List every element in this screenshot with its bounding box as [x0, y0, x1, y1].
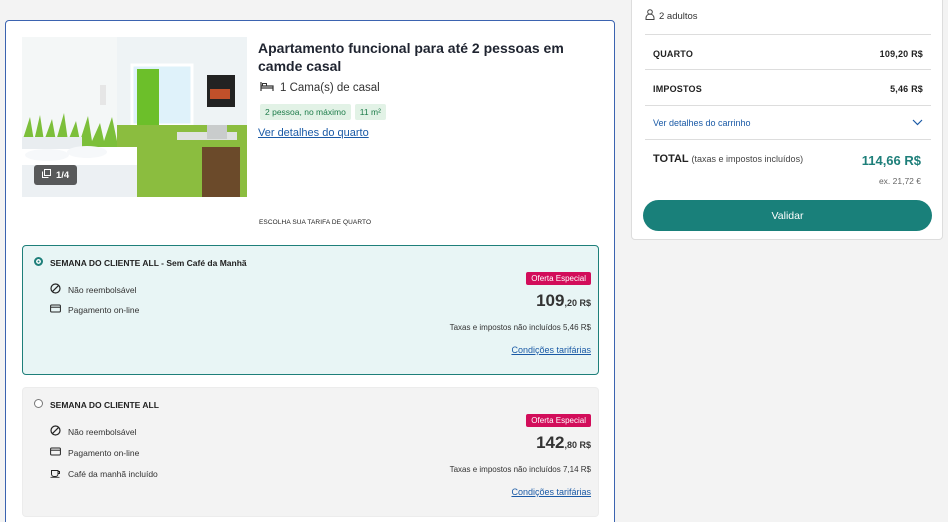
feature-label: Não reembolsável [68, 284, 137, 295]
room-photo[interactable]: 1/4 [22, 37, 247, 197]
no-refund-icon [50, 425, 61, 438]
credit-card-icon [50, 303, 61, 316]
rate-name: SEMANA DO CLIENTE ALL [50, 400, 159, 410]
guest-label: 2 adultos [659, 10, 698, 22]
tax-note: Taxas e impostos não incluídos 5,46 R$ [449, 323, 591, 332]
cart-room-label: QUARTO [653, 49, 694, 59]
bed-icon [260, 81, 274, 95]
photo-counter[interactable]: 1/4 [34, 165, 78, 185]
cart-summary: 2 adultos QUARTO 109,20 R$ IMPOSTOS 5,46… [631, 0, 943, 240]
cart-room-value: 109,20 R$ [879, 49, 923, 59]
feature-item: Não reembolsável [50, 425, 137, 438]
divider [645, 105, 931, 106]
room-panel: 1/4 Apartamento funcional para até 2 pes… [5, 20, 615, 522]
price-integer: 109 [536, 291, 565, 310]
offer-badge: Oferta Especial [526, 414, 591, 427]
cart-details-label: Ver detalhes do carrinho [653, 118, 751, 128]
rate-name: SEMANA DO CLIENTE ALL - Sem Café da Manh… [50, 258, 247, 268]
divider [645, 69, 931, 70]
feature-item: Pagamento on-line [50, 303, 139, 316]
feature-label: Pagamento on-line [68, 447, 140, 458]
cart-row-room: QUARTO 109,20 R$ [653, 49, 923, 59]
rate-card[interactable]: SEMANA DO CLIENTE ALL Não reembolsável P… [22, 387, 599, 517]
price-cents: ,80 R$ [564, 440, 591, 450]
feature-item: Café da manhã incluído [50, 467, 158, 480]
feature-label: Não reembolsável [68, 426, 137, 437]
tag-capacity: 2 pessoa, no máximo [260, 104, 351, 120]
price-cents: ,20 R$ [564, 298, 591, 308]
rate-conditions-link[interactable]: Condições tarifárias [511, 345, 591, 355]
no-refund-icon [50, 283, 61, 296]
divider [645, 34, 931, 35]
total-amount: 114,66 R$ [861, 153, 921, 168]
tag-size: 11 m² [354, 104, 386, 120]
room-tags: 2 pessoa, no máximo 11 m² [260, 104, 386, 120]
room-title: Apartamento funcional para até 2 pessoas… [258, 40, 564, 74]
rate-price: 109,20 R$ [536, 291, 591, 311]
bed-info: 1 Cama(s) de casal [260, 81, 380, 95]
feature-item: Pagamento on-line [50, 446, 139, 459]
person-icon [645, 9, 655, 23]
rate-radio[interactable] [34, 257, 43, 266]
bed-label: 1 Cama(s) de casal [280, 82, 380, 94]
rate-heading: ESCOLHA SUA TARIFA DE QUARTO [259, 219, 372, 226]
total-title: TOTAL [653, 153, 689, 165]
feature-label: Pagamento on-line [68, 304, 140, 315]
room-details-link[interactable]: Ver detalhes do quarto [258, 127, 369, 139]
chevron-down-icon [912, 118, 923, 128]
credit-card-icon [50, 446, 61, 459]
offer-badge: Oferta Especial [526, 272, 591, 285]
total-exchange: ex. 21,72 € [878, 176, 921, 186]
feature-label: Café da manhã incluído [68, 468, 158, 479]
coffee-cup-icon [50, 467, 61, 480]
rate-radio[interactable] [34, 399, 43, 408]
rate-conditions-link[interactable]: Condições tarifárias [511, 487, 591, 497]
guest-count: 2 adultos [645, 9, 698, 23]
feature-item: Não reembolsável [50, 283, 137, 296]
rate-card[interactable]: SEMANA DO CLIENTE ALL - Sem Café da Manh… [22, 245, 599, 375]
cart-row-taxes: IMPOSTOS 5,46 R$ [653, 84, 923, 94]
cart-tax-label: IMPOSTOS [653, 84, 702, 94]
validate-button[interactable]: Validar [643, 200, 932, 231]
cart-details-toggle[interactable]: Ver detalhes do carrinho [653, 118, 923, 128]
tax-note: Taxas e impostos não incluídos 7,14 R$ [449, 465, 591, 474]
price-integer: 142 [536, 433, 565, 452]
total-note: (taxas e impostos incluídos) [691, 154, 804, 164]
photo-counter-label: 1/4 [56, 169, 70, 181]
divider [645, 139, 931, 140]
total-label: TOTAL (taxas e impostos incluídos) [653, 153, 803, 165]
cart-tax-value: 5,46 R$ [890, 84, 923, 94]
rate-price: 142,80 R$ [536, 433, 591, 453]
gallery-icon [42, 169, 51, 181]
